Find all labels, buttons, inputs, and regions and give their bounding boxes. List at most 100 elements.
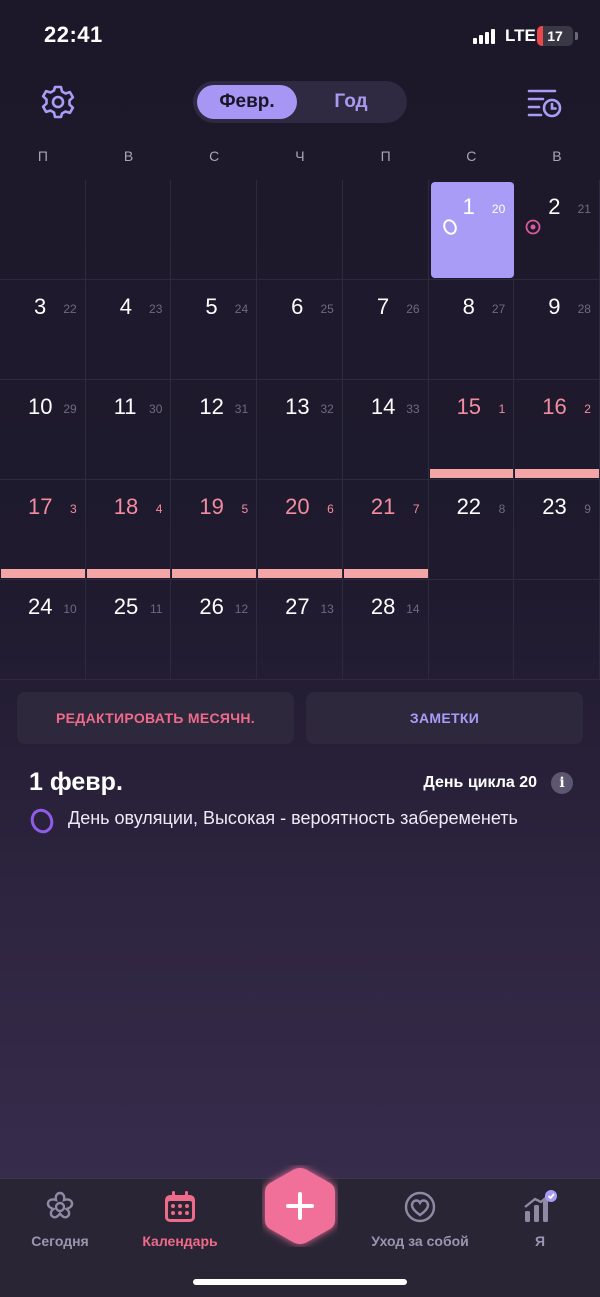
weekday-label: С [466, 148, 477, 164]
home-indicator [193, 1279, 407, 1285]
add-button[interactable] [262, 1165, 338, 1247]
calendar-day-cell[interactable]: 22 8 [428, 480, 515, 580]
weekday-label: П [37, 148, 48, 164]
calendar-day-cell[interactable]: 19 5 [171, 480, 258, 580]
status-time: 22:41 [44, 22, 103, 47]
calendar-day-cell[interactable]: 24 10 [0, 580, 86, 680]
calendar-day-cell[interactable]: 1 20 [428, 180, 515, 280]
day-number: 7 [376, 294, 390, 319]
cycle-day-number: 10 [63, 602, 77, 616]
ovulation-icon [30, 808, 54, 834]
day-number: 19 [199, 494, 224, 519]
calendar-day-cell[interactable]: 8 27 [428, 280, 515, 380]
battery-tip [575, 32, 578, 40]
day-number: 28 [370, 594, 396, 619]
tab-label: Уход за собой [371, 1233, 469, 1249]
calendar-day-cell[interactable]: 6 25 [257, 280, 343, 380]
cycle-day-number: 3 [70, 502, 77, 516]
cycle-day-number: 1 [498, 402, 506, 416]
cycle-day-number: 8 [498, 502, 506, 516]
cycle-day-number: 30 [149, 402, 163, 416]
selected-day-info: 1 февр. День цикла 20 i День овуляции, В… [29, 768, 579, 834]
cycle-day-number: 2 [584, 402, 591, 416]
calendar-day-cell[interactable]: 26 12 [171, 580, 258, 680]
info-icon[interactable]: i [551, 772, 573, 794]
calendar-day-cell[interactable]: 7 26 [342, 280, 429, 380]
cycle-day-number: 28 [577, 302, 591, 316]
tab-label: Календарь [142, 1233, 218, 1249]
calendar-day-cell[interactable]: 12 31 [171, 380, 258, 480]
tab-me[interactable]: Я [480, 1187, 600, 1249]
day-number: 26 [199, 594, 224, 619]
calendar-day-cell[interactable]: 20 6 [257, 480, 343, 580]
calendar-day-cell[interactable]: 9 28 [514, 280, 600, 380]
edit-period-button[interactable]: РЕДАКТИРОВАТЬ МЕСЯЧН. [17, 692, 294, 744]
day-number: 15 [456, 394, 482, 419]
calendar-day-cell[interactable]: 14 33 [342, 380, 429, 480]
day-number: 13 [285, 394, 310, 419]
calendar-empty-cell [0, 180, 86, 280]
period-bar [86, 569, 171, 578]
calendar-day-cell[interactable]: 25 11 [85, 580, 172, 680]
calendar-day-cell[interactable]: 11 30 [85, 380, 172, 480]
period-bar [172, 569, 257, 578]
day-number: 17 [28, 494, 53, 519]
day-number: 18 [113, 494, 139, 519]
cycle-day-number: 13 [320, 602, 334, 616]
tab-year[interactable]: Год [299, 85, 403, 119]
settings-button[interactable] [36, 80, 80, 124]
list-clock-icon [527, 89, 562, 118]
day-number: 3 [34, 294, 47, 319]
calendar-day-cell[interactable]: 5 24 [171, 280, 258, 380]
cycle-day-number: 4 [155, 502, 163, 516]
cycle-day-label: День цикла 20 [423, 774, 537, 791]
calendar-day-cell[interactable]: 28 14 [342, 580, 429, 680]
tab-today[interactable]: Сегодня [0, 1187, 120, 1249]
cycle-day-number: 31 [234, 402, 249, 416]
calendar-day-cell[interactable]: 2 21 [514, 180, 600, 280]
tab-label: Я [534, 1233, 546, 1249]
tab-label: Сегодня [31, 1233, 89, 1249]
calendar-day-cell[interactable]: 23 9 [514, 480, 600, 580]
calendar-day-cell[interactable]: 21 7 [342, 480, 429, 580]
history-button[interactable] [521, 80, 565, 124]
day-number: 12 [199, 394, 224, 419]
calendar-day-cell[interactable]: 27 13 [257, 580, 343, 680]
period-bar [429, 469, 514, 478]
day-number: 24 [28, 594, 53, 619]
weekday-header: П В С Ч П С В [0, 148, 600, 172]
calendar-day-cell[interactable]: 10 29 [0, 380, 86, 480]
tab-self-care[interactable]: Уход за собой [360, 1187, 480, 1249]
period-switch: Февр. Год [193, 81, 407, 123]
calendar-empty-cell [85, 180, 172, 280]
heart-circle-icon [404, 1191, 436, 1223]
target-icon [525, 219, 541, 235]
calendar-day-cell[interactable]: 3 22 [0, 280, 86, 380]
tab-month[interactable]: Февр. [197, 85, 297, 119]
tab-calendar[interactable]: Календарь [120, 1187, 240, 1249]
notes-button[interactable]: ЗАМЕТКИ [306, 692, 583, 744]
day-number: 6 [291, 294, 304, 319]
day-number: 2 [548, 194, 561, 219]
day-number: 25 [113, 594, 139, 619]
day-number: 5 [205, 294, 218, 319]
calendar-day-cell[interactable]: 18 4 [85, 480, 172, 580]
calendar-day-cell[interactable]: 16 2 [514, 380, 600, 480]
weekday-label: В [123, 148, 134, 164]
weekday-label: Ч [295, 148, 305, 164]
battery-level: 17 [547, 28, 563, 44]
calendar-empty-cell [257, 180, 343, 280]
event-text: День овуляции, Высокая - вероятность заб… [68, 808, 518, 828]
cycle-day-number: 20 [491, 202, 506, 216]
calendar-day-cell[interactable]: 4 23 [85, 280, 172, 380]
cycle-day-number: 27 [491, 302, 506, 316]
period-bar [258, 569, 342, 578]
event-row[interactable]: День овуляции, Высокая - вероятность заб… [29, 806, 569, 834]
cycle-day-number: 21 [577, 202, 591, 216]
calendar-day-cell[interactable]: 13 32 [257, 380, 343, 480]
cycle-day-number: 9 [584, 502, 591, 516]
calendar-day-cell[interactable]: 17 3 [0, 480, 86, 580]
status-bar: 22:41 LTE 17 [0, 0, 600, 72]
cycle-day-number: 7 [412, 502, 420, 516]
calendar-day-cell[interactable]: 15 1 [428, 380, 515, 480]
